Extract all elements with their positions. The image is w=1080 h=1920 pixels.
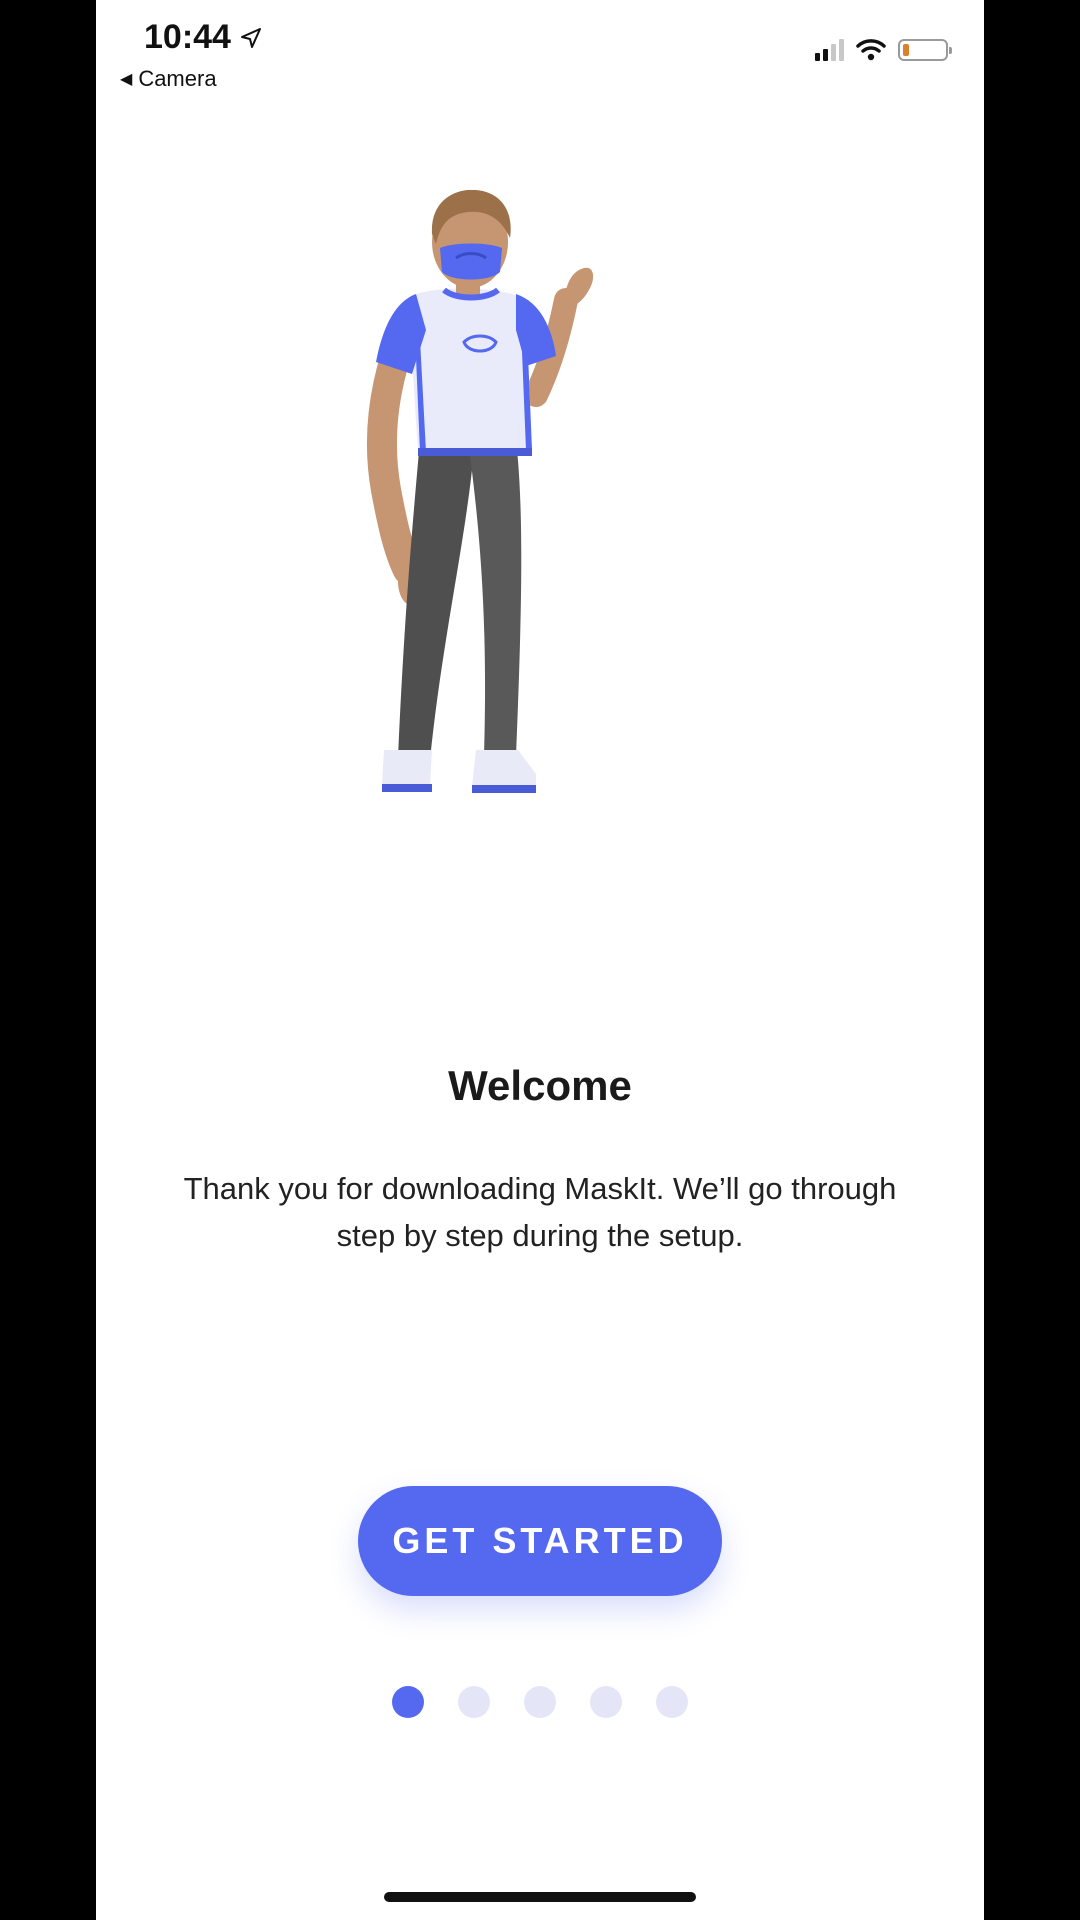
page-dot-4[interactable] [590, 1686, 622, 1718]
back-label: Camera [138, 66, 217, 91]
get-started-button[interactable]: GET STARTED [358, 1486, 722, 1596]
location-arrow-icon [240, 27, 261, 48]
welcome-title: Welcome [448, 1062, 632, 1109]
page-dot-5[interactable] [656, 1686, 688, 1718]
signal-icon [815, 39, 844, 61]
battery-icon [898, 39, 952, 61]
time-label: 10:44 [144, 18, 231, 56]
back-arrow-icon: ◀ [120, 71, 133, 88]
page-dot-3[interactable] [524, 1686, 556, 1718]
page-dot-1[interactable] [392, 1686, 424, 1718]
wifi-icon [856, 39, 886, 61]
status-time: 10:44 [144, 18, 263, 57]
page-indicator [96, 1686, 984, 1718]
page-dot-2[interactable] [458, 1686, 490, 1718]
person-waving-illustration [366, 190, 594, 793]
onboarding-screen: 10:44 ◀ Camera Welcome Thank you for dow… [96, 0, 984, 1920]
status-indicators [815, 38, 952, 62]
welcome-description: Thank you for downloading MaskIt. We’ll … [183, 1171, 897, 1253]
back-to-camera-link[interactable]: ◀ Camera [120, 66, 217, 92]
home-indicator[interactable] [384, 1892, 696, 1902]
